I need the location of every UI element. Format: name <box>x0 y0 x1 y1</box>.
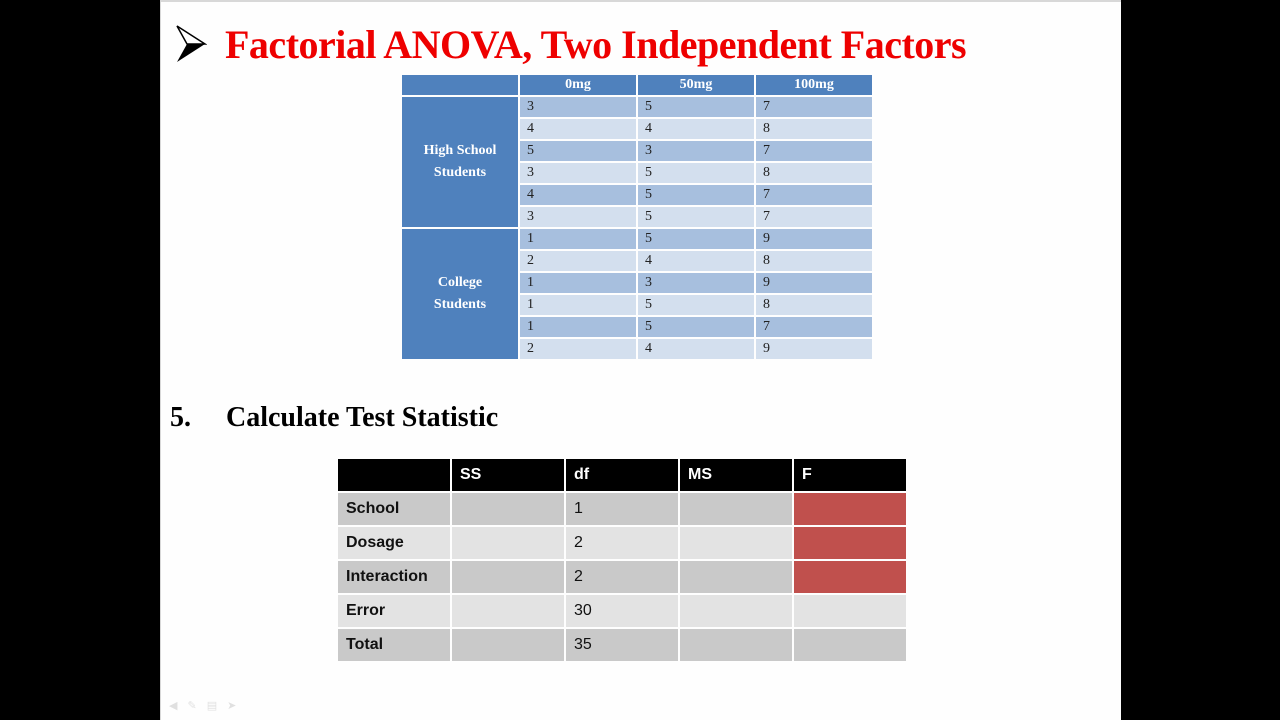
anova-cell-source: Error <box>338 595 450 627</box>
data-cell: 8 <box>756 251 872 271</box>
anova-header-df: df <box>566 459 678 491</box>
data-cell: 5 <box>638 295 754 315</box>
anova-cell-ms <box>680 629 792 661</box>
data-cell: 8 <box>756 295 872 315</box>
data-cell: 3 <box>520 97 636 117</box>
anova-cell-f <box>794 595 906 627</box>
anova-cell-ss <box>452 527 564 559</box>
data-cell: 8 <box>756 163 872 183</box>
data-cell: 2 <box>520 339 636 359</box>
anova-cell-ss <box>452 561 564 593</box>
data-cell: 3 <box>520 207 636 227</box>
anova-cell-ms <box>680 527 792 559</box>
data-cell: 9 <box>756 273 872 293</box>
anova-cell-ss <box>452 595 564 627</box>
data-cell: 5 <box>638 185 754 205</box>
anova-cell-f <box>794 629 906 661</box>
anova-cell-df: 1 <box>566 493 678 525</box>
data-cell: 4 <box>638 119 754 139</box>
anova-cell-f <box>794 527 906 559</box>
section-heading: 5. Calculate Test Statistic <box>170 402 498 434</box>
data-row: High School Students 3 5 7 <box>402 97 872 227</box>
data-row: College Students 1 5 9 <box>402 229 872 359</box>
anova-cell-f <box>794 493 906 525</box>
anova-cell-df: 30 <box>566 595 678 627</box>
anova-header-f: F <box>794 459 906 491</box>
anova-cell-ss <box>452 493 564 525</box>
anova-row-dosage: Dosage 2 <box>338 527 906 559</box>
data-cell: 4 <box>520 119 636 139</box>
data-cell: 5 <box>638 97 754 117</box>
slide-menu-icon[interactable]: ▤ <box>207 699 217 712</box>
anova-cell-source: School <box>338 493 450 525</box>
group-label: College Students <box>402 229 518 359</box>
section-number: 5. <box>170 402 191 433</box>
data-table-header-row: 0mg 50mg 100mg <box>402 75 872 95</box>
slide-title: Factorial ANOVA, Two Independent Factors <box>225 21 967 67</box>
data-cell: 5 <box>638 207 754 227</box>
data-cell: 8 <box>756 119 872 139</box>
header-100mg: 100mg <box>756 75 872 95</box>
arrow-bullet-icon <box>176 25 207 62</box>
next-slide-icon[interactable]: ➤ <box>227 699 236 712</box>
anova-row-error: Error 30 <box>338 595 906 627</box>
anova-row-school: School 1 <box>338 493 906 525</box>
data-table: 0mg 50mg 100mg High School Students 3 5 7 4 4… <box>400 73 874 361</box>
anova-cell-source: Dosage <box>338 527 450 559</box>
pen-icon[interactable]: ✎ <box>187 699 196 712</box>
data-cell: 7 <box>756 141 872 161</box>
anova-cell-df: 35 <box>566 629 678 661</box>
anova-cell-df: 2 <box>566 561 678 593</box>
data-cell: 4 <box>638 251 754 271</box>
anova-cell-ms <box>680 493 792 525</box>
header-0mg: 0mg <box>520 75 636 95</box>
data-cell: 7 <box>756 207 872 227</box>
data-cell: 9 <box>756 339 872 359</box>
data-cell: 1 <box>520 273 636 293</box>
data-cell: 2 <box>520 251 636 271</box>
anova-table: SS df MS F School 1 Dosage 2 Interaction 2 Err… <box>336 457 908 663</box>
anova-header-source <box>338 459 450 491</box>
data-cell: 3 <box>520 163 636 183</box>
anova-row-interaction: Interaction 2 <box>338 561 906 593</box>
anova-cell-source: Interaction <box>338 561 450 593</box>
data-cell: 5 <box>638 229 754 249</box>
anova-cell-df: 2 <box>566 527 678 559</box>
anova-cell-ms <box>680 595 792 627</box>
data-cell: 1 <box>520 229 636 249</box>
header-50mg: 50mg <box>638 75 754 95</box>
anova-header-ms: MS <box>680 459 792 491</box>
anova-cell-ms <box>680 561 792 593</box>
data-cell: 3 <box>638 141 754 161</box>
title-row: Factorial ANOVA, Two Independent Factors <box>175 16 967 72</box>
data-cell: 7 <box>756 185 872 205</box>
group-label: High School Students <box>402 97 518 227</box>
data-cell: 1 <box>520 295 636 315</box>
data-cell: 5 <box>638 317 754 337</box>
anova-cell-f <box>794 561 906 593</box>
header-corner <box>402 75 518 95</box>
data-cell: 5 <box>638 163 754 183</box>
anova-header-row: SS df MS F <box>338 459 906 491</box>
anova-cell-source: Total <box>338 629 450 661</box>
prev-slide-icon[interactable]: ◀ <box>169 699 177 712</box>
data-cell: 5 <box>520 141 636 161</box>
data-cell: 1 <box>520 317 636 337</box>
anova-header-ss: SS <box>452 459 564 491</box>
data-cell: 4 <box>638 339 754 359</box>
anova-cell-ss <box>452 629 564 661</box>
anova-row-total: Total 35 <box>338 629 906 661</box>
data-cell: 3 <box>638 273 754 293</box>
section-label: Calculate Test Statistic <box>226 402 499 433</box>
slideshow-nav: ◀ ✎ ▤ ➤ <box>169 699 236 712</box>
data-cell: 7 <box>756 317 872 337</box>
data-cell: 9 <box>756 229 872 249</box>
slide: Factorial ANOVA, Two Independent Factors… <box>160 0 1121 720</box>
data-cell: 4 <box>520 185 636 205</box>
data-cell: 7 <box>756 97 872 117</box>
